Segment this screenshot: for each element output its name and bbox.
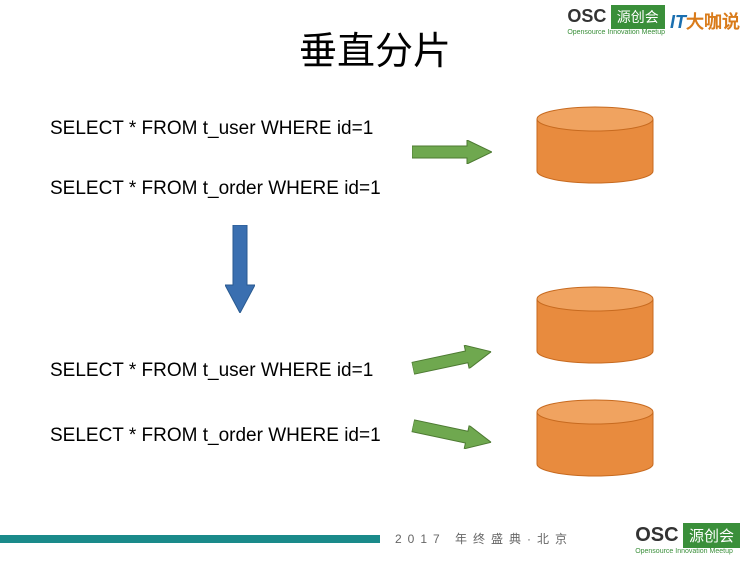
sql-after-order: SELECT * FROM t_order WHERE id=1	[50, 425, 381, 447]
osc-logo-sub: Opensource Innovation Meetup	[567, 29, 665, 36]
database-icon	[535, 398, 655, 478]
slide-title: 垂直分片	[299, 20, 451, 75]
footer-osc-logo: OSC 源创会 Opensource Innovation Meetup	[635, 523, 740, 555]
sql-after-user: SELECT * FROM t_user WHERE id=1	[50, 360, 373, 382]
sql-before-order: SELECT * FROM t_order WHERE id=1	[50, 178, 381, 200]
footer-osc-en: OSC	[635, 524, 678, 546]
footer-osc-cn: 源创会	[683, 523, 740, 548]
database-icon	[535, 285, 655, 365]
osc-logo-en: OSC	[567, 6, 606, 26]
footer-divider	[0, 535, 380, 543]
arrow-right-icon	[412, 140, 492, 164]
arrow-right-icon	[410, 340, 493, 380]
footer-text: 2017 年终盛典·北京	[395, 530, 573, 547]
footer-osc-sub: Opensource Innovation Meetup	[635, 548, 740, 555]
database-icon	[535, 105, 655, 185]
arrow-right-icon	[410, 414, 493, 454]
osc-logo: OSC 源创会 Opensource Innovation Meetup	[567, 5, 665, 36]
sql-before-user: SELECT * FROM t_user WHERE id=1	[50, 118, 373, 140]
it-logo: IT大咖说	[670, 8, 740, 34]
it-logo-cn: 大咖说	[686, 12, 740, 32]
top-logos: OSC 源创会 Opensource Innovation Meetup IT大…	[567, 5, 740, 36]
osc-logo-cn: 源创会	[611, 5, 665, 29]
arrow-down-icon	[225, 225, 255, 313]
it-logo-prefix: IT	[670, 12, 686, 32]
